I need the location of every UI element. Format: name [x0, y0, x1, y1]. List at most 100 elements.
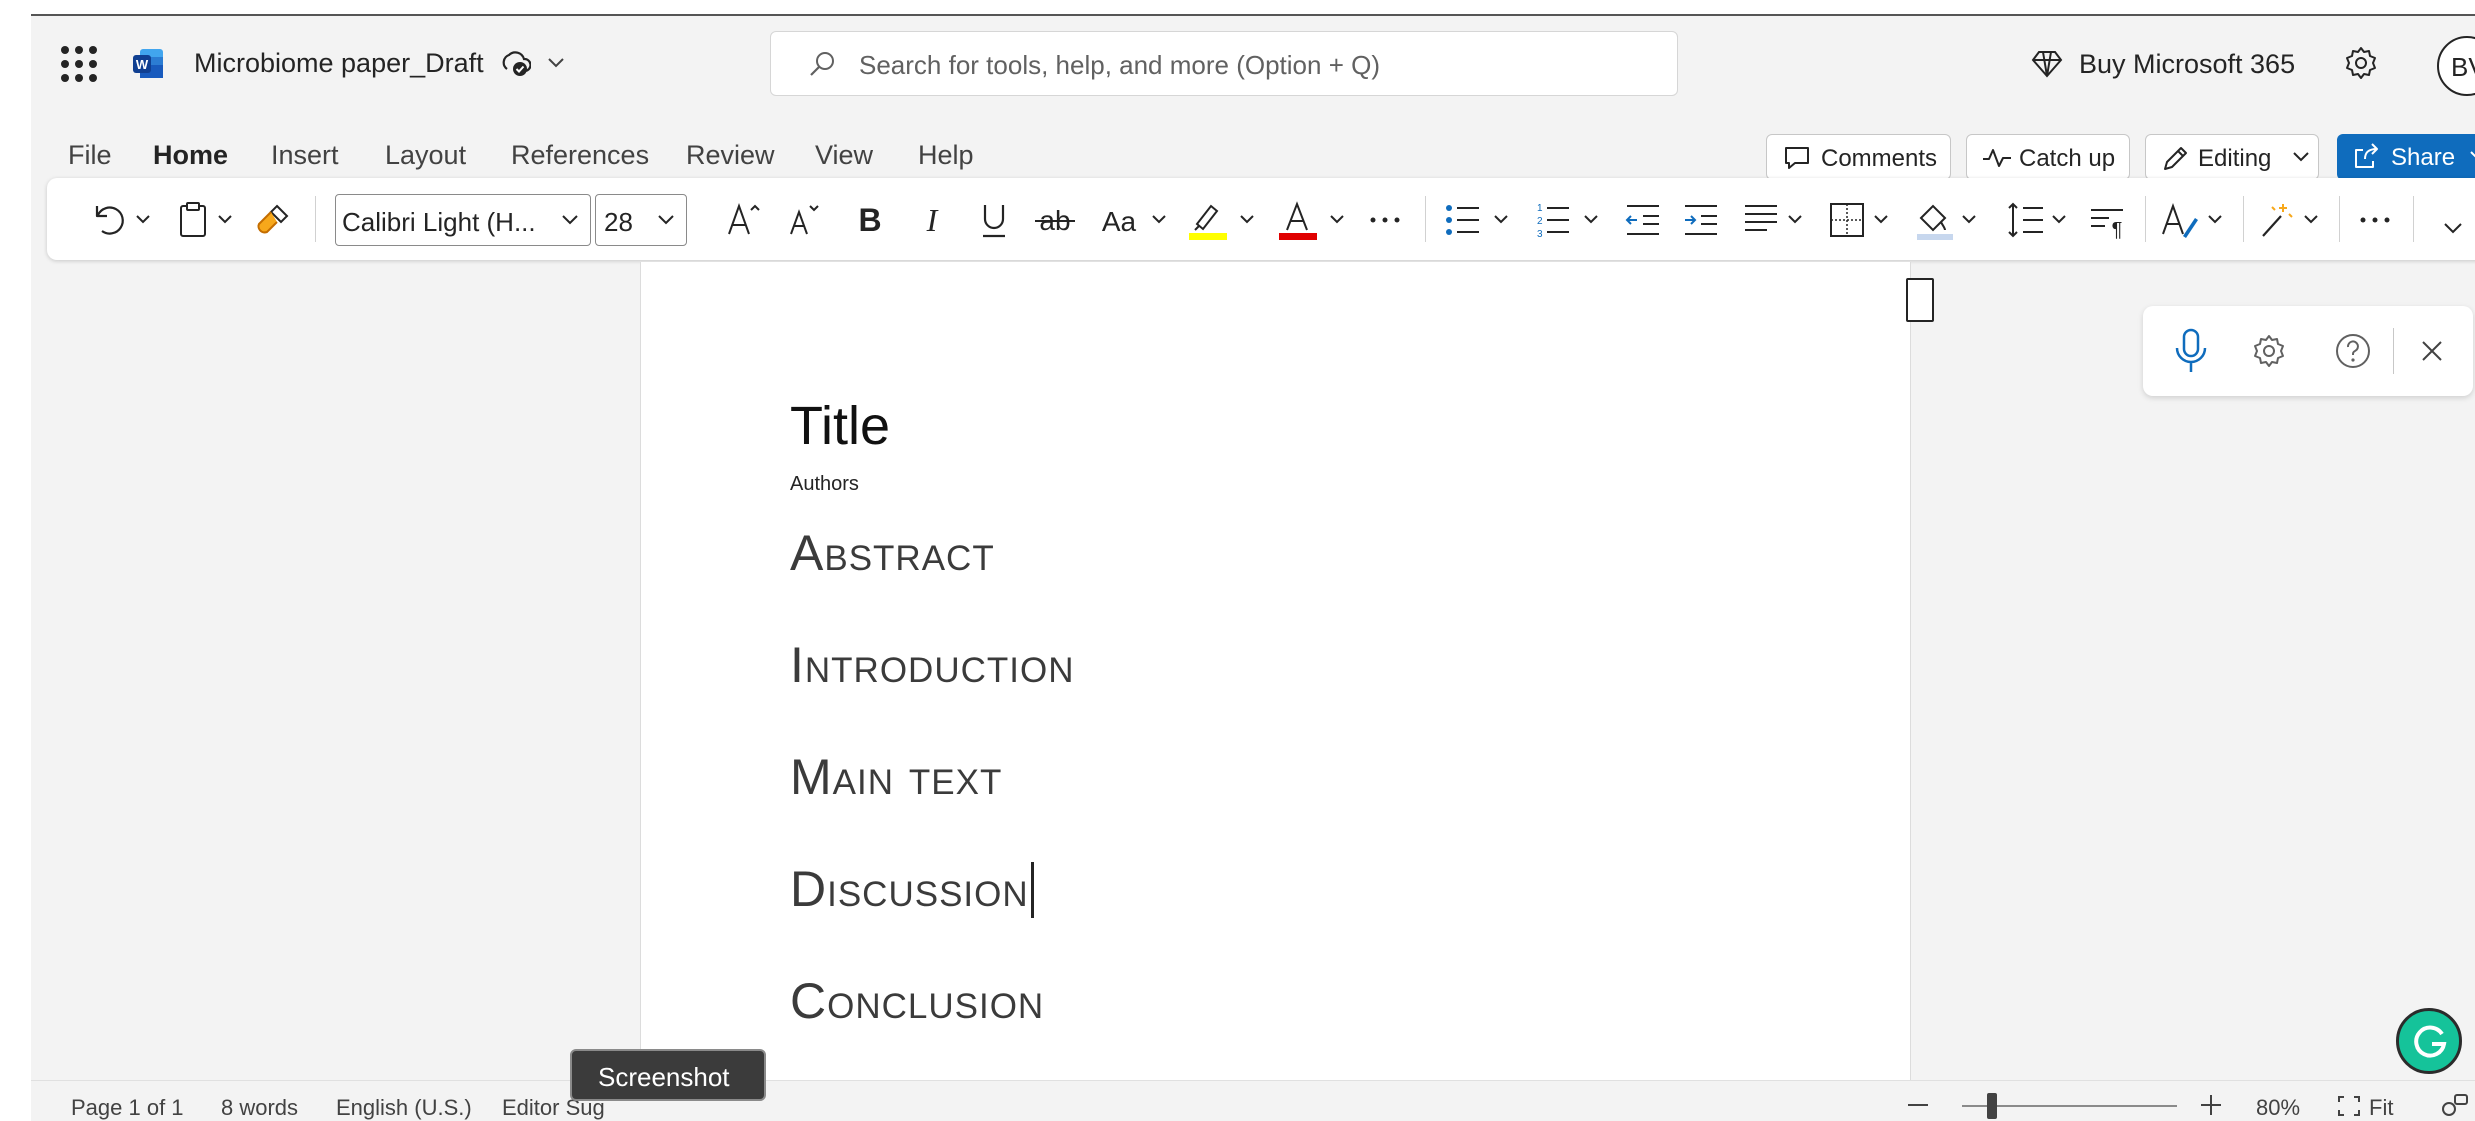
paste-button[interactable]: [175, 200, 245, 240]
line-spacing-button[interactable]: [2005, 200, 2075, 240]
more-font-options-button[interactable]: [1365, 200, 1405, 240]
decrease-font-size-button[interactable]: [783, 200, 823, 240]
svg-text:3: 3: [1537, 229, 1543, 240]
gear-icon[interactable]: [2251, 333, 2287, 369]
ribbon-tabs: File Home Insert Layout References Revie…: [31, 114, 2475, 184]
line-spacing-icon: [2008, 202, 2066, 238]
chevron-down-icon[interactable]: [546, 56, 566, 70]
close-icon[interactable]: [2418, 337, 2446, 365]
font-size-select[interactable]: 28: [595, 194, 687, 246]
feedback-icon[interactable]: [2439, 1093, 2469, 1119]
tab-review[interactable]: Review: [686, 140, 775, 171]
paintbrush-icon: [257, 204, 289, 234]
alignment-button[interactable]: [1741, 200, 1811, 240]
text-cursor: [1031, 862, 1034, 918]
svg-text:¶: ¶: [2112, 219, 2123, 240]
page-count[interactable]: Page 1 of 1: [71, 1095, 184, 1121]
change-case-icon: Aa: [1102, 206, 1166, 237]
tab-file[interactable]: File: [68, 140, 112, 171]
paragraph-options-button[interactable]: ¶: [2087, 200, 2127, 240]
help-icon[interactable]: [2335, 333, 2371, 369]
avatar[interactable]: BV: [2437, 36, 2475, 96]
borders-button[interactable]: [1827, 200, 1897, 240]
svg-text:2: 2: [1537, 216, 1543, 227]
zoom-in-icon[interactable]: [2199, 1093, 2223, 1117]
font-color-button[interactable]: [1277, 200, 1353, 240]
editor-button[interactable]: [2257, 200, 2327, 240]
editing-mode-button[interactable]: Editing: [2145, 134, 2319, 180]
numbering-button[interactable]: 1 2 3: [1533, 200, 1607, 240]
word-app-window: W Microbiome paper_Draft Search for tool…: [31, 14, 2475, 1121]
heading-main-text[interactable]: Main text: [790, 748, 1002, 806]
paint-bucket-icon: [1917, 204, 1976, 240]
undo-icon: [95, 206, 150, 235]
increase-indent-button[interactable]: [1681, 200, 1721, 240]
zoom-out-icon[interactable]: [1906, 1099, 1930, 1111]
clipboard-icon: [180, 202, 232, 237]
tab-view[interactable]: View: [815, 140, 873, 171]
tab-insert[interactable]: Insert: [271, 140, 339, 171]
share-icon: [2355, 143, 2378, 168]
grammarly-button[interactable]: [2396, 1008, 2462, 1074]
toolbar-divider: [1425, 196, 1426, 242]
change-case-button[interactable]: Aa: [1097, 200, 1177, 240]
tooltip-text: Screenshot: [598, 1062, 730, 1092]
chevron-down-icon: [2444, 223, 2462, 234]
svg-text:Aa: Aa: [1102, 206, 1137, 237]
buy-microsoft-365-link[interactable]: Buy Microsoft 365: [2079, 49, 2295, 80]
language-status[interactable]: English (U.S.): [336, 1095, 472, 1121]
heading-abstract[interactable]: Abstract: [790, 524, 995, 582]
saved-status-icon[interactable]: [501, 49, 531, 79]
chevron-down-icon: [2293, 152, 2309, 162]
share-label: Share: [2391, 144, 2456, 171]
heading-introduction[interactable]: Introduction: [790, 636, 1074, 694]
heading-conclusion[interactable]: Conclusion: [790, 972, 1044, 1030]
zoom-slider-thumb[interactable]: [1987, 1093, 1997, 1119]
bold-button[interactable]: B: [853, 200, 887, 240]
document-authors[interactable]: Authors: [790, 473, 859, 496]
microphone-icon[interactable]: [2173, 328, 2209, 374]
highlight-color-button[interactable]: [1187, 200, 1263, 240]
increase-font-size-button[interactable]: [723, 200, 763, 240]
zoom-level[interactable]: 80%: [2256, 1095, 2300, 1121]
styles-button[interactable]: [2159, 200, 2231, 240]
strikethrough-button[interactable]: ab: [1033, 200, 1077, 240]
app-launcher-icon[interactable]: [61, 46, 97, 82]
gear-icon[interactable]: [2343, 45, 2379, 81]
bullets-button[interactable]: [1443, 200, 1517, 240]
tab-help[interactable]: Help: [918, 140, 974, 171]
borders-icon: [1830, 203, 1888, 237]
word-logo-icon[interactable]: W: [132, 47, 165, 80]
more-ribbon-options-button[interactable]: [2355, 200, 2395, 240]
search-input[interactable]: Search for tools, help, and more (Option…: [770, 31, 1678, 96]
tab-layout[interactable]: Layout: [385, 140, 466, 171]
document-page[interactable]: Title Authors Abstract Introduction Main…: [640, 262, 1911, 1107]
tab-home[interactable]: Home: [153, 140, 228, 171]
magic-wand-icon: [2262, 204, 2318, 237]
word-count[interactable]: 8 words: [221, 1095, 298, 1121]
format-painter-button[interactable]: [253, 200, 293, 240]
fit-label[interactable]: Fit: [2369, 1095, 2393, 1121]
share-button[interactable]: Share: [2337, 134, 2475, 180]
document-title[interactable]: Microbiome paper_Draft: [194, 48, 484, 79]
fit-icon[interactable]: [2337, 1095, 2361, 1117]
activity-icon: [1983, 149, 2011, 167]
decrease-indent-button[interactable]: [1623, 200, 1663, 240]
catch-up-button[interactable]: Catch up: [1966, 134, 2130, 180]
strikethrough-icon: ab: [1035, 205, 1075, 236]
font-name-select[interactable]: Calibri Light (H...: [335, 194, 591, 246]
shading-button[interactable]: [1915, 200, 1985, 240]
undo-button[interactable]: [87, 200, 157, 240]
tab-references[interactable]: References: [511, 140, 649, 171]
diamond-icon[interactable]: [2031, 49, 2063, 79]
toolbar-divider: [2339, 196, 2340, 242]
toolbar-divider: [2393, 328, 2394, 374]
italic-button[interactable]: I: [915, 200, 949, 240]
expand-ribbon-button[interactable]: [2439, 200, 2469, 240]
svg-text:B: B: [858, 202, 881, 238]
title-bar: W Microbiome paper_Draft Search for tool…: [31, 16, 2475, 114]
comments-button[interactable]: Comments: [1766, 134, 1951, 180]
heading-discussion[interactable]: Discussion: [790, 860, 1029, 918]
underline-button[interactable]: [977, 200, 1011, 240]
document-title-text[interactable]: Title: [790, 395, 890, 457]
